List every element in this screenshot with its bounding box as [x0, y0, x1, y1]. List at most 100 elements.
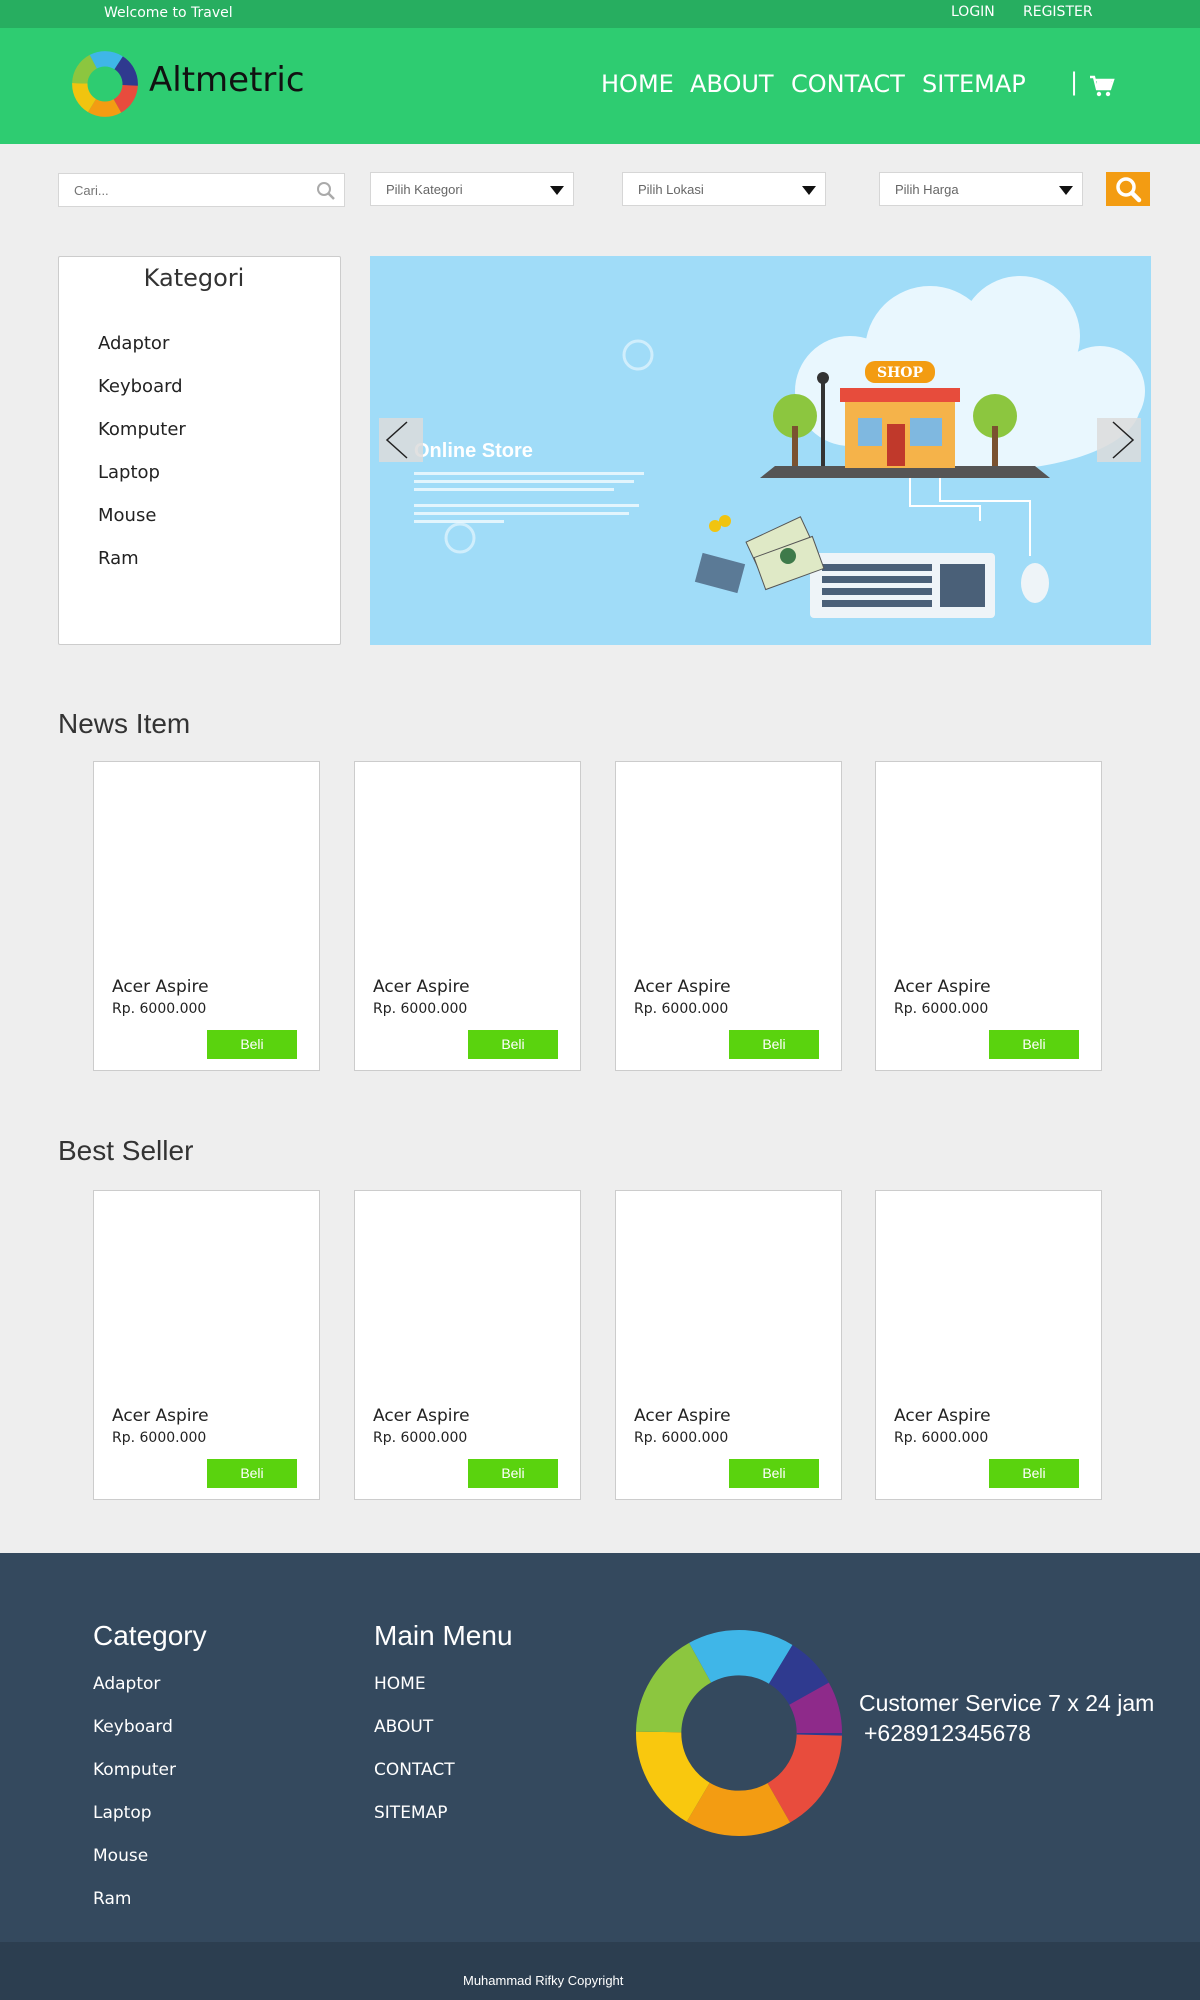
price-select[interactable]: Pilih Harga — [879, 172, 1083, 206]
top-bar: Welcome to Travel LOGIN REGISTER — [0, 0, 1200, 28]
search-icon[interactable] — [316, 181, 336, 201]
nav-contact[interactable]: CONTACT — [791, 70, 905, 98]
product-name[interactable]: Acer Aspire — [634, 977, 731, 997]
product-price: Rp. 6000.000 — [634, 1430, 729, 1446]
product-price: Rp. 6000.000 — [894, 1430, 989, 1446]
footer: Category Adaptor Keyboard Komputer Lapto… — [0, 1553, 1200, 1942]
nav-about[interactable]: ABOUT — [690, 70, 774, 98]
altmetric-logo-icon — [636, 1630, 842, 1836]
category-select-value: Pilih Kategori — [386, 182, 463, 197]
product-name[interactable]: Acer Aspire — [112, 1406, 209, 1426]
buy-button[interactable]: Beli — [989, 1030, 1079, 1059]
buy-button[interactable]: Beli — [468, 1030, 558, 1059]
slide-text-line — [414, 480, 634, 483]
product-price: Rp. 6000.000 — [373, 1430, 468, 1446]
category-item-ram[interactable]: Ram — [98, 548, 186, 591]
product-price: Rp. 6000.000 — [894, 1001, 989, 1017]
category-item-komputer[interactable]: Komputer — [98, 419, 186, 462]
slide-text-line — [414, 488, 614, 491]
buy-button[interactable]: Beli — [729, 1459, 819, 1488]
welcome-text: Welcome to Travel — [104, 5, 233, 21]
category-item-adaptor[interactable]: Adaptor — [98, 333, 186, 376]
slide-text-line — [414, 520, 504, 523]
footer-menu-sitemap[interactable]: SITEMAP — [374, 1803, 455, 1846]
product-price: Rp. 6000.000 — [373, 1001, 468, 1017]
buy-button[interactable]: Beli — [207, 1030, 297, 1059]
buy-button[interactable]: Beli — [207, 1459, 297, 1488]
category-list: Adaptor Keyboard Komputer Laptop Mouse R… — [98, 333, 186, 591]
search-icon — [1116, 177, 1142, 203]
product-price: Rp. 6000.000 — [112, 1430, 207, 1446]
category-item-mouse[interactable]: Mouse — [98, 505, 186, 548]
footer-category-adaptor[interactable]: Adaptor — [93, 1674, 176, 1717]
product-name[interactable]: Acer Aspire — [634, 1406, 731, 1426]
footer-menu-title: Main Menu — [374, 1620, 513, 1651]
login-link[interactable]: LOGIN — [951, 4, 995, 20]
cart-icon[interactable] — [1089, 74, 1115, 98]
footer-menu-home[interactable]: HOME — [374, 1674, 455, 1717]
search-button[interactable] — [1106, 172, 1150, 206]
customer-service-info: Customer Service 7 x 24 jam +62891234567… — [859, 1688, 1154, 1748]
product-price: Rp. 6000.000 — [112, 1001, 207, 1017]
buy-button[interactable]: Beli — [468, 1459, 558, 1488]
footer-category-laptop[interactable]: Laptop — [93, 1803, 176, 1846]
product-name[interactable]: Acer Aspire — [894, 1406, 991, 1426]
caret-down-icon — [550, 186, 564, 195]
register-link[interactable]: REGISTER — [1023, 4, 1093, 20]
location-select-value: Pilih Lokasi — [638, 182, 704, 197]
copyright-text: Muhammad Rifky Copyright — [463, 1973, 624, 1988]
slide-text-line — [414, 512, 629, 515]
slide-text-line — [414, 472, 644, 475]
caret-down-icon — [1059, 186, 1073, 195]
product-card: Acer Aspire Rp. 6000.000 Beli — [354, 1190, 581, 1500]
chevron-left-icon — [385, 421, 408, 459]
footer-category-ram[interactable]: Ram — [93, 1889, 176, 1932]
footer-category-list: Adaptor Keyboard Komputer Laptop Mouse R… — [93, 1674, 176, 1932]
footer-menu-contact[interactable]: CONTACT — [374, 1760, 455, 1803]
category-item-keyboard[interactable]: Keyboard — [98, 376, 186, 419]
nav-separator: | — [1070, 68, 1079, 96]
bestseller-section-title: Best Seller — [58, 1135, 194, 1166]
product-name[interactable]: Acer Aspire — [894, 977, 991, 997]
product-card: Acer Aspire Rp. 6000.000 Beli — [354, 761, 581, 1071]
footer-category-mouse[interactable]: Mouse — [93, 1846, 176, 1889]
slider-next-button[interactable] — [1097, 418, 1141, 462]
footer-category-keyboard[interactable]: Keyboard — [93, 1717, 176, 1760]
footer-menu-list: HOME ABOUT CONTACT SITEMAP — [374, 1674, 455, 1846]
slide-text-line — [414, 504, 639, 507]
buy-button[interactable]: Beli — [729, 1030, 819, 1059]
category-title: Kategori — [143, 264, 245, 292]
location-select[interactable]: Pilih Lokasi — [622, 172, 826, 206]
slide-title: Online Store — [414, 440, 533, 462]
footer-category-title: Category — [93, 1620, 207, 1651]
customer-service-text: Customer Service 7 x 24 jam — [859, 1690, 1155, 1716]
category-item-laptop[interactable]: Laptop — [98, 462, 186, 505]
altmetric-logo-icon[interactable] — [70, 49, 140, 119]
nav-sitemap[interactable]: SITEMAP — [922, 70, 1026, 98]
customer-service-phone[interactable]: +628912345678 — [859, 1718, 1154, 1748]
product-card: Acer Aspire Rp. 6000.000 Beli — [93, 761, 320, 1071]
product-card: Acer Aspire Rp. 6000.000 Beli — [875, 761, 1102, 1071]
product-card: Acer Aspire Rp. 6000.000 Beli — [93, 1190, 320, 1500]
product-card: Acer Aspire Rp. 6000.000 Beli — [615, 1190, 842, 1500]
buy-button[interactable]: Beli — [989, 1459, 1079, 1488]
product-card: Acer Aspire Rp. 6000.000 Beli — [875, 1190, 1102, 1500]
product-name[interactable]: Acer Aspire — [373, 977, 470, 997]
product-card: Acer Aspire Rp. 6000.000 Beli — [615, 761, 842, 1071]
product-name[interactable]: Acer Aspire — [373, 1406, 470, 1426]
category-panel: Kategori Adaptor Keyboard Komputer Lapto… — [58, 256, 341, 645]
news-section-title: News Item — [58, 708, 191, 739]
footer-category-komputer[interactable]: Komputer — [93, 1760, 176, 1803]
chevron-right-icon — [1112, 421, 1135, 459]
search-field — [58, 173, 345, 207]
banner-slider: SHOP Online Store — [370, 256, 1151, 645]
product-name[interactable]: Acer Aspire — [112, 977, 209, 997]
search-input[interactable] — [59, 174, 299, 206]
caret-down-icon — [802, 186, 816, 195]
category-select[interactable]: Pilih Kategori — [370, 172, 574, 206]
brand-name[interactable]: Altmetric — [149, 60, 305, 100]
footer-menu-about[interactable]: ABOUT — [374, 1717, 455, 1760]
slider-prev-button[interactable] — [379, 418, 423, 462]
nav-home[interactable]: HOME — [601, 70, 674, 98]
shop-sign-text: SHOP — [877, 365, 924, 381]
